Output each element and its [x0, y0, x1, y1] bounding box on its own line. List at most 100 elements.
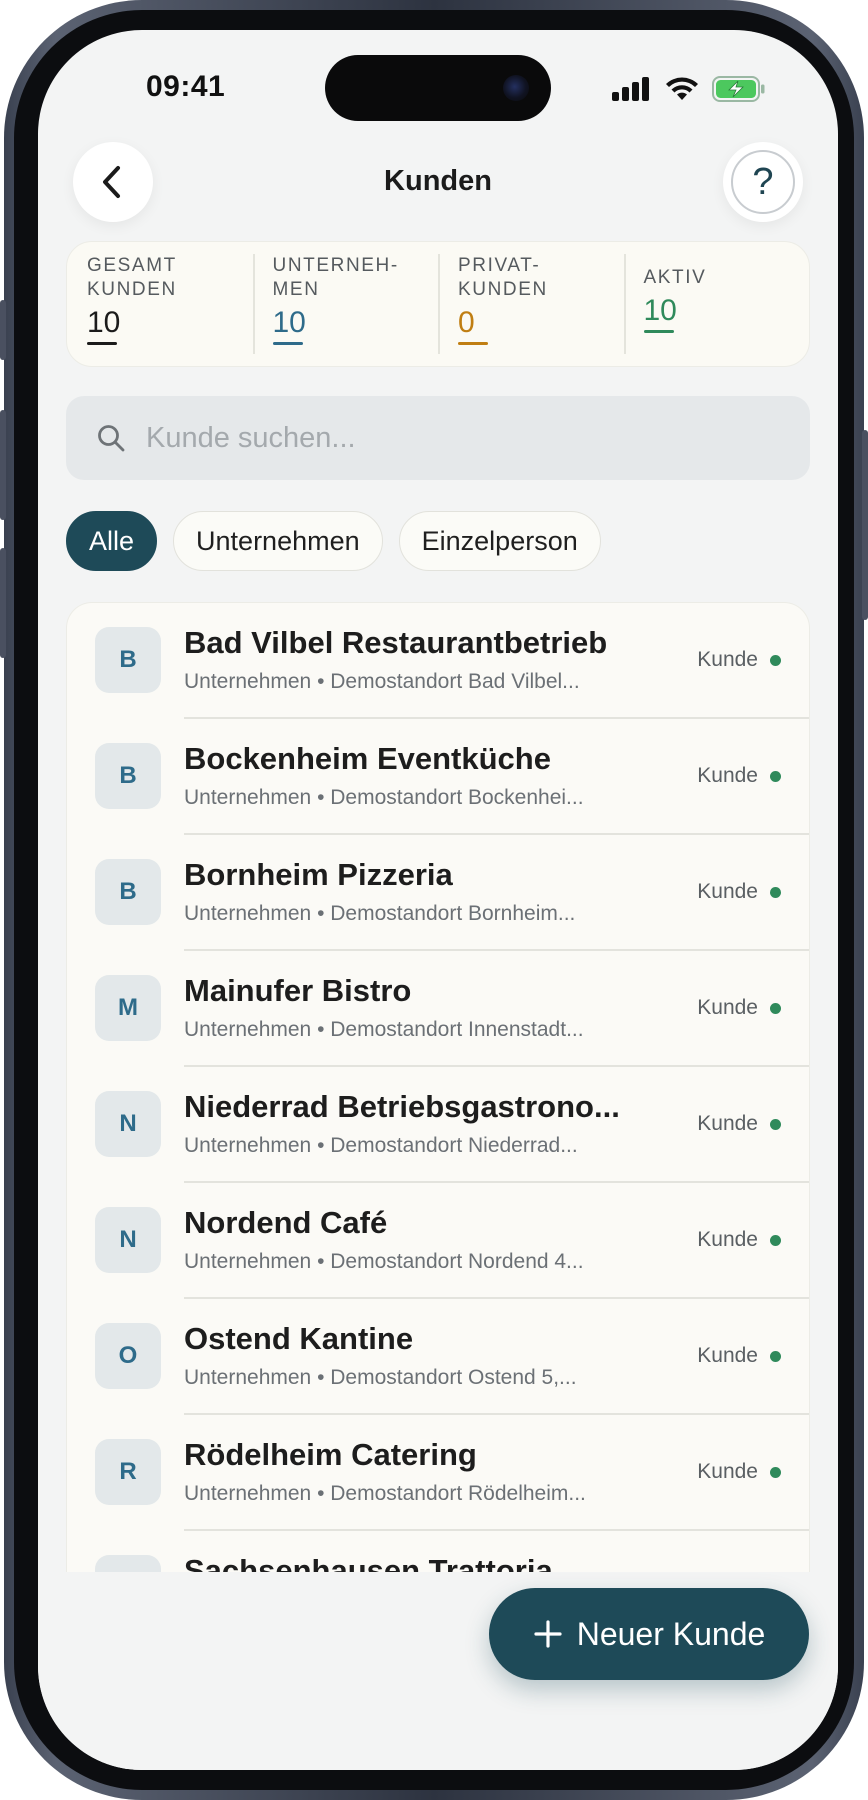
customer-avatar: N	[95, 1091, 161, 1157]
screen: 09:41 Kunden ? GESAMT KUNDEN 10 UNTERNEH…	[38, 30, 838, 1770]
customer-subtitle: Unternehmen • Demostandort Bad Vilbel...	[184, 670, 580, 693]
help-icon: ?	[731, 150, 795, 214]
stat-value: 0	[458, 306, 475, 339]
status-time: 09:41	[146, 70, 226, 103]
stat-label-line: AKTIV	[643, 267, 707, 288]
customer-row[interactable]: M Mainufer Bistro Unternehmen • Demostando…	[67, 951, 809, 1067]
customer-status: Kunde	[697, 764, 781, 788]
customer-status: Kunde	[697, 1112, 781, 1136]
phone-frame: 09:41 Kunden ? GESAMT KUNDEN 10 UNTERNEH…	[0, 0, 868, 1800]
customer-name: Sachsenhausen Trattoria	[184, 1553, 553, 1572]
filter-chip-alle[interactable]: Alle	[66, 511, 158, 571]
customer-avatar: B	[95, 627, 161, 693]
stat-underline	[87, 342, 117, 345]
stats-card: GESAMT KUNDEN 10 UNTERNEH- MEN 10 PRIVAT- KUNDE…	[66, 241, 810, 367]
status-dot-icon	[770, 1002, 781, 1014]
customer-status-label: Kunde	[697, 880, 758, 903]
customer-status-label: Kunde	[697, 1344, 758, 1367]
status-dot-icon	[770, 1118, 781, 1130]
status-dot-icon	[770, 886, 781, 898]
status-dot-icon	[770, 1234, 781, 1246]
customer-status: Kunde	[697, 648, 781, 672]
customer-subtitle: Unternehmen • Demostandort Bockenhei...	[184, 786, 584, 809]
customer-subtitle: Unternehmen • Demostandort Nordend 4...	[184, 1250, 584, 1273]
stat-3: AKTIV 10	[623, 242, 810, 366]
customer-avatar: O	[95, 1323, 161, 1389]
stat-value: 10	[272, 306, 306, 339]
customer-status-label: Kunde	[697, 764, 758, 787]
battery-charging-icon	[712, 76, 765, 102]
customer-status: Kunde	[697, 1344, 781, 1368]
customer-status-label: Kunde	[697, 648, 758, 671]
stat-label-line: PRIVAT-	[458, 255, 541, 276]
search-input[interactable]	[146, 421, 746, 455]
customer-status: Kunde	[697, 1460, 781, 1484]
page-title: Kunden	[384, 165, 492, 197]
stat-value: 10	[87, 306, 121, 339]
customer-name: Niederrad Betriebsgastrono...	[184, 1089, 620, 1124]
customer-status-label: Kunde	[697, 1460, 758, 1483]
plus-icon	[534, 1620, 562, 1648]
wifi-icon	[666, 77, 698, 100]
help-button[interactable]: ?	[723, 142, 803, 222]
power-button	[862, 430, 868, 620]
customer-status: Kunde	[697, 880, 781, 904]
customer-avatar: M	[95, 975, 161, 1041]
stat-underline	[272, 342, 303, 345]
customer-avatar: B	[95, 743, 161, 809]
stat-label-line: MEN	[272, 279, 320, 300]
search-bar[interactable]	[66, 396, 810, 480]
customer-status-label: Kunde	[697, 1228, 758, 1251]
new-customer-button[interactable]: Neuer Kunde	[489, 1588, 809, 1680]
stat-label-line: UNTERNEH-	[272, 255, 399, 276]
silent-switch	[0, 300, 6, 360]
status-dot-icon	[770, 1350, 781, 1362]
stat-underline	[643, 330, 674, 333]
customer-avatar: R	[95, 1439, 161, 1505]
camera-icon	[503, 75, 529, 101]
customer-row[interactable]: B Bad Vilbel Restaurantbetrieb Unternehmen…	[67, 603, 809, 719]
new-customer-label: Neuer Kunde	[576, 1615, 766, 1652]
customer-row[interactable]: N Nordend Café Unternehmen • Demostandort …	[67, 1183, 809, 1299]
customer-name: Bad Vilbel Restaurantbetrieb	[184, 625, 608, 660]
customer-name: Bornheim Pizzeria	[184, 857, 453, 892]
status-icons	[612, 76, 766, 102]
stat-2: PRIVAT- KUNDEN 0	[438, 242, 624, 366]
filter-chips: Alle Unternehmen Einzelperson	[66, 511, 601, 571]
status-dot-icon	[770, 654, 781, 666]
customer-name: Ostend Kantine	[184, 1321, 414, 1356]
customer-subtitle: Unternehmen • Demostandort Bornheim...	[184, 902, 576, 925]
status-dot-icon	[770, 770, 781, 782]
signal-icon	[612, 77, 649, 101]
customer-subtitle: Unternehmen • Demostandort Innenstadt...	[184, 1018, 584, 1041]
filter-chip-einzelperson[interactable]: Einzelperson	[398, 511, 601, 571]
customer-name: Bockenheim Eventküche	[184, 741, 551, 776]
stat-0: GESAMT KUNDEN 10	[67, 242, 253, 366]
customer-subtitle: Unternehmen • Demostandort Rödelheim...	[184, 1482, 586, 1505]
customer-row[interactable]: O Ostend Kantine Unternehmen • Demostandor…	[67, 1299, 809, 1415]
stat-label: GESAMT KUNDEN	[87, 254, 253, 302]
customer-name: Mainufer Bistro	[184, 973, 412, 1008]
volume-up-button	[0, 410, 6, 520]
stat-label-line: KUNDEN	[87, 279, 177, 300]
customer-row[interactable]: N Niederrad Betriebsgastrono... Unternehme…	[67, 1067, 809, 1183]
customer-status-label: Kunde	[697, 1112, 758, 1135]
stat-label-line: GESAMT	[87, 255, 177, 276]
customer-status: Kunde	[697, 1228, 781, 1252]
customer-row[interactable]: B Bornheim Pizzeria Unternehmen • Demostan…	[67, 835, 809, 951]
customer-row[interactable]: R Rödelheim Catering Unternehmen • Demosta…	[67, 1415, 809, 1531]
stat-underline	[458, 342, 488, 345]
customer-row[interactable]: S Sachsenhausen Trattoria	[67, 1531, 809, 1572]
filter-chip-unternehmen[interactable]: Unternehmen	[173, 511, 383, 571]
customer-subtitle: Unternehmen • Demostandort Ostend 5,...	[184, 1366, 577, 1389]
customer-row[interactable]: B Bockenheim Eventküche Unternehmen • Demo…	[67, 719, 809, 835]
stat-1: UNTERNEH- MEN 10	[252, 242, 439, 366]
customer-status: Kunde	[697, 996, 781, 1020]
customer-avatar: B	[95, 859, 161, 925]
customer-name: Rödelheim Catering	[184, 1437, 477, 1472]
dynamic-island	[325, 55, 551, 121]
customer-subtitle: Unternehmen • Demostandort Niederrad...	[184, 1134, 578, 1157]
volume-down-button	[0, 548, 6, 658]
customer-status-label: Kunde	[697, 996, 758, 1019]
stat-value: 10	[643, 294, 677, 327]
